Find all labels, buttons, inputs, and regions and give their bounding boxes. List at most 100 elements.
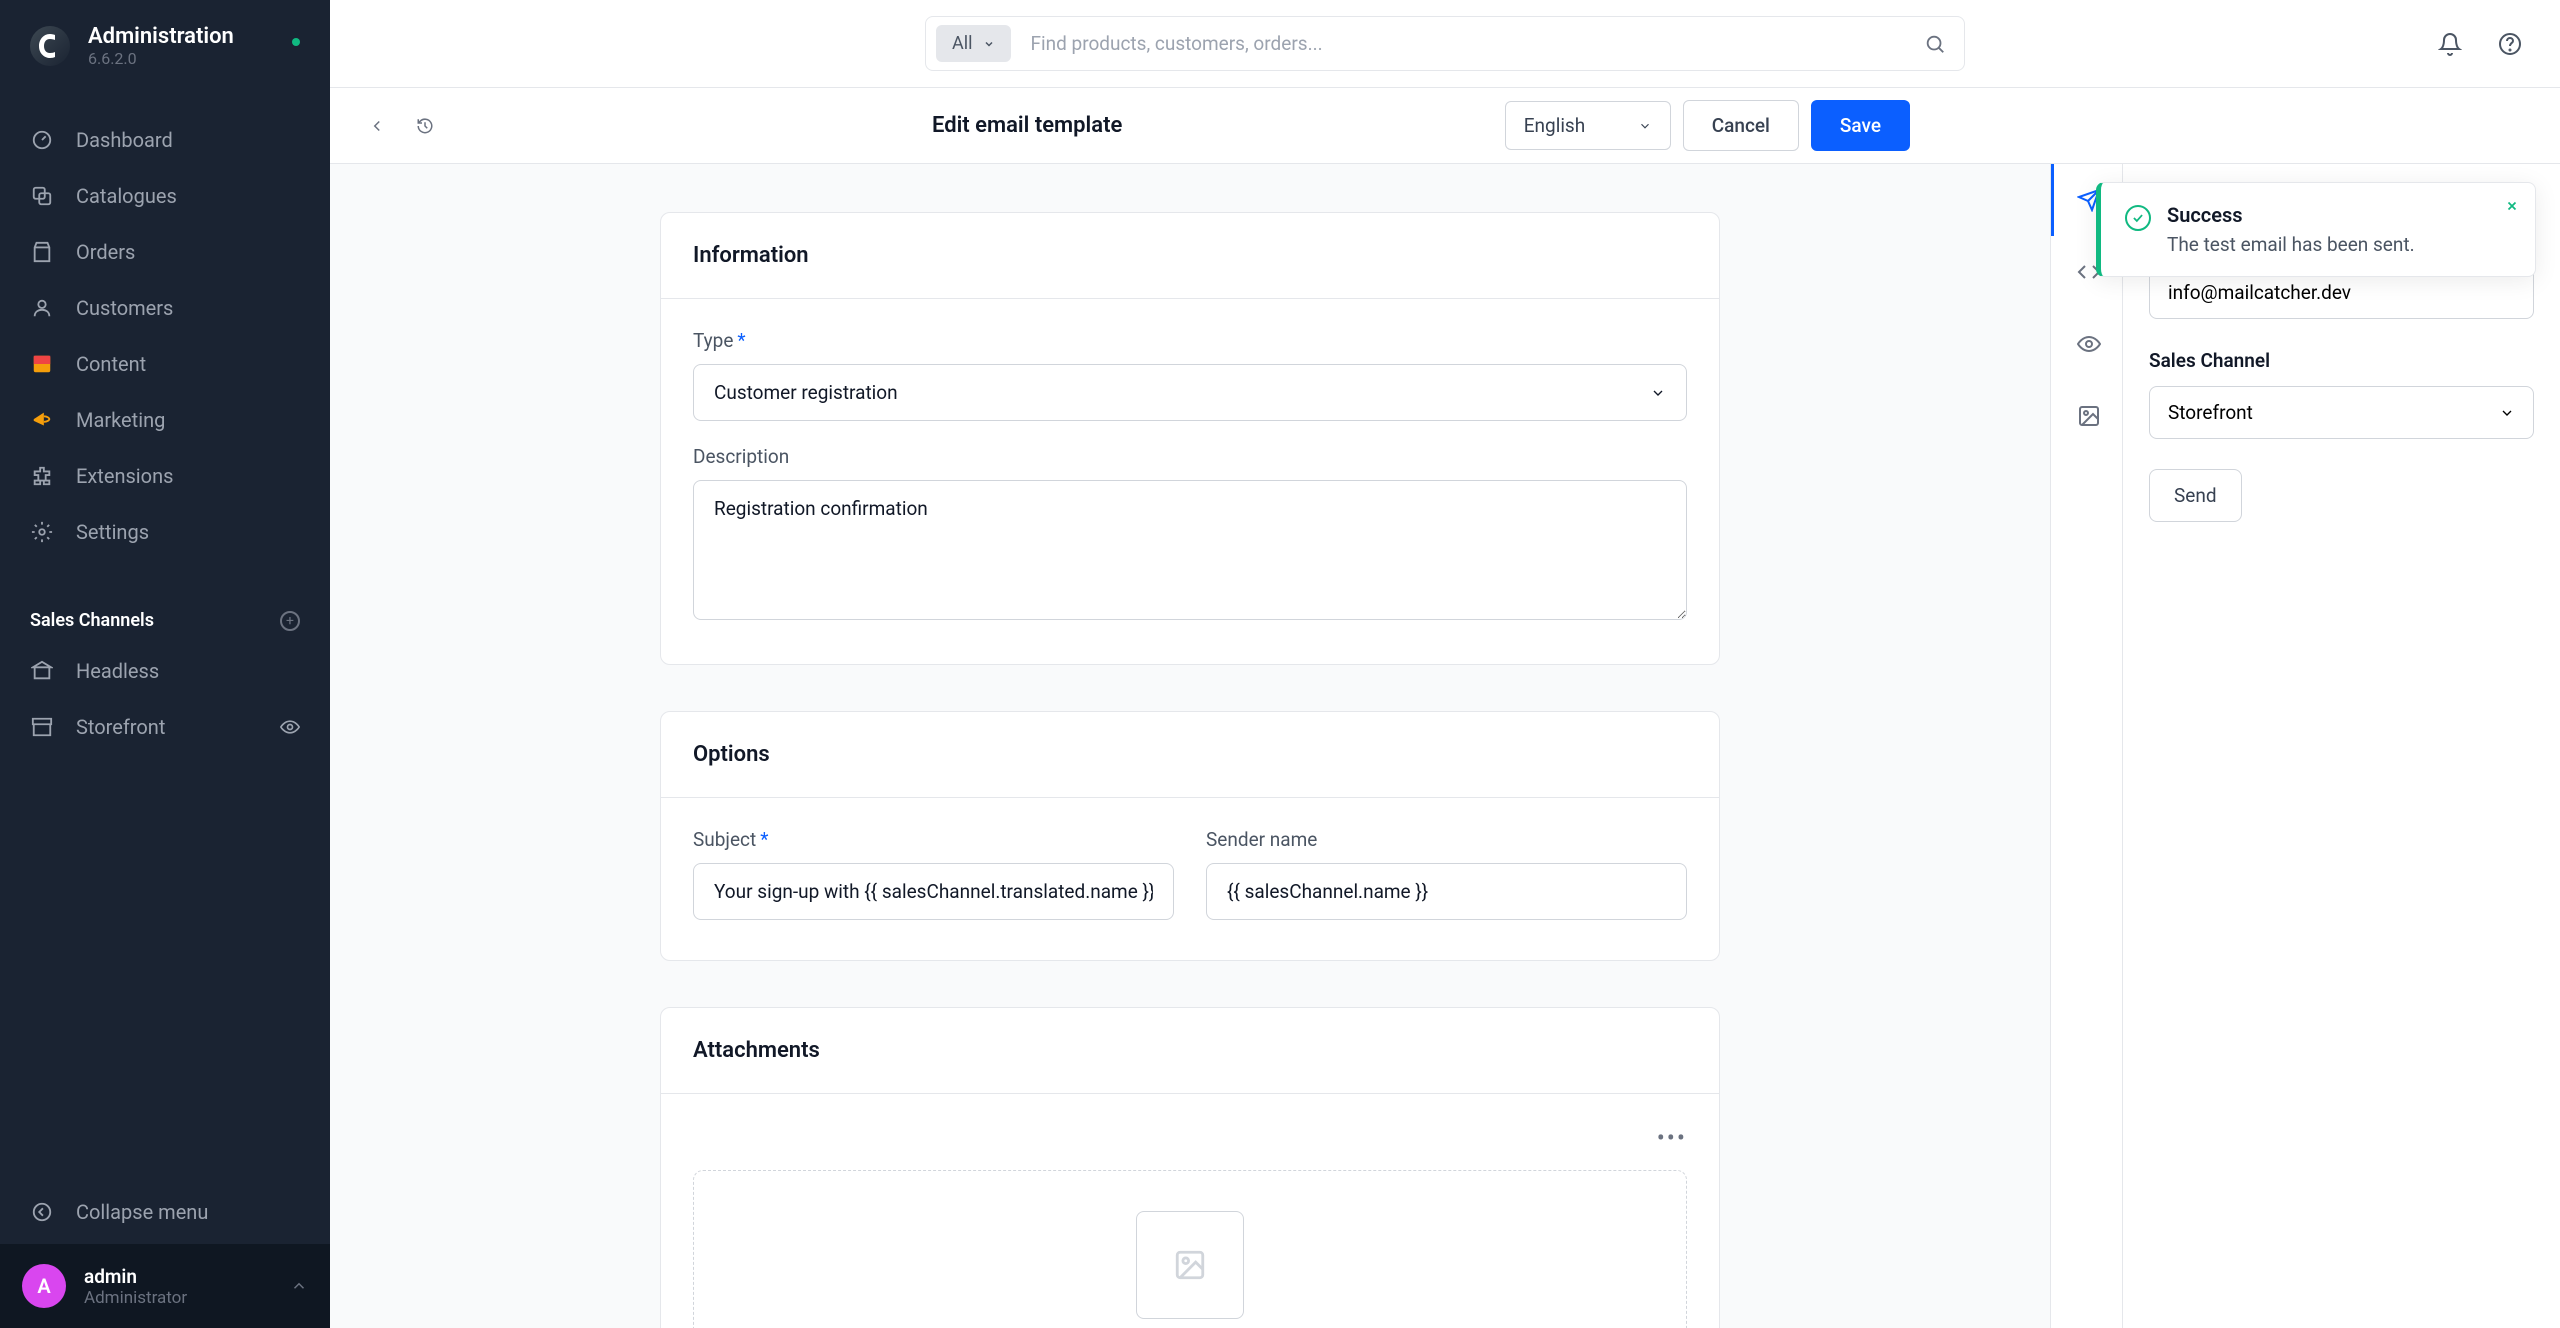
tab-media[interactable] (2051, 380, 2123, 452)
information-card: Information Type Customer registration D… (660, 212, 1720, 665)
orders-icon (30, 240, 54, 264)
search-tag-label: All (952, 33, 973, 54)
chevron-down-icon (983, 38, 995, 50)
nav-customers[interactable]: Customers (0, 280, 330, 336)
app-title: Administration (88, 24, 234, 49)
nav-headless[interactable]: Headless (0, 643, 330, 699)
card-title: Options (693, 742, 1687, 767)
collapse-menu-button[interactable]: Collapse menu (0, 1180, 330, 1244)
search-scope-tag[interactable]: All (936, 25, 1011, 62)
topbar: All (330, 0, 2560, 88)
sales-channel-select[interactable]: Storefront (2149, 386, 2534, 439)
avatar: A (22, 1264, 66, 1308)
sidebar: Administration 6.6.2.0 Dashboard Catalog… (0, 0, 330, 1328)
nav-label: Content (76, 352, 146, 376)
check-circle-icon (2125, 205, 2151, 231)
user-role: Administrator (84, 1288, 187, 1308)
add-channel-button[interactable]: + (280, 611, 300, 631)
close-icon[interactable] (2505, 199, 2519, 213)
type-value: Customer registration (714, 381, 898, 404)
toast-title: Success (2167, 203, 2415, 227)
card-body: Subject Sender name (661, 798, 1719, 960)
nav-label: Customers (76, 296, 173, 320)
type-label: Type (693, 329, 1687, 352)
status-indicator-icon (292, 38, 300, 46)
card-header: Information (661, 213, 1719, 299)
user-menu[interactable]: A admin Administrator (0, 1244, 330, 1328)
help-icon[interactable] (2490, 24, 2530, 64)
search-wrapper: All (925, 16, 1965, 71)
nav-marketing[interactable]: Marketing (0, 392, 330, 448)
eye-icon[interactable] (280, 717, 300, 737)
section-label: Sales Channels (30, 610, 154, 631)
toast-message: The test email has been sent. (2167, 233, 2415, 256)
channels-nav: Headless Storefront (0, 643, 330, 775)
language-value: English (1524, 114, 1585, 137)
sender-label: Sender name (1206, 828, 1687, 851)
storefront-icon (30, 715, 54, 739)
content-wrap: Information Type Customer registration D… (330, 164, 2560, 1328)
save-button[interactable]: Save (1811, 100, 1910, 151)
cancel-button[interactable]: Cancel (1683, 100, 1799, 151)
card-body: ••• Drag files here to upload (661, 1094, 1719, 1328)
description-textarea[interactable] (693, 480, 1687, 620)
marketing-icon (30, 408, 54, 432)
page-header: Edit email template English Cancel Save (330, 88, 2560, 164)
sidebar-header: Administration 6.6.2.0 (0, 0, 330, 92)
nav-settings[interactable]: Settings (0, 504, 330, 560)
card-title: Information (693, 243, 1687, 268)
nav-extensions[interactable]: Extensions (0, 448, 330, 504)
sender-input[interactable] (1206, 863, 1687, 920)
sales-channel-value: Storefront (2168, 401, 2253, 424)
card-title: Attachments (693, 1038, 1687, 1063)
search-icon[interactable] (1916, 33, 1954, 55)
tab-preview[interactable] (2051, 308, 2123, 380)
nav-label: Marketing (76, 408, 165, 432)
nav-label: Settings (76, 520, 149, 544)
history-icon[interactable] (408, 109, 442, 143)
back-button[interactable] (360, 109, 394, 143)
send-button[interactable]: Send (2149, 469, 2242, 522)
notifications-icon[interactable] (2430, 24, 2470, 64)
page-actions: English Cancel Save (1505, 100, 1910, 151)
customers-icon (30, 296, 54, 320)
type-select[interactable]: Customer registration (693, 364, 1687, 421)
sales-channel-label: Sales Channel (2149, 349, 2534, 372)
headless-icon (30, 659, 54, 683)
nav-dashboard[interactable]: Dashboard (0, 112, 330, 168)
chevron-down-icon (1650, 385, 1666, 401)
nav-label: Extensions (76, 464, 173, 488)
page-title: Edit email template (932, 113, 1122, 138)
nav-label: Orders (76, 240, 135, 264)
collapse-label: Collapse menu (76, 1200, 208, 1224)
user-name: admin (84, 1265, 187, 1288)
collapse-icon (30, 1200, 54, 1224)
search-input[interactable] (1011, 32, 1917, 55)
card-header: Options (661, 712, 1719, 798)
nav-catalogues[interactable]: Catalogues (0, 168, 330, 224)
nav-storefront[interactable]: Storefront (0, 699, 330, 755)
image-placeholder-icon (1136, 1211, 1244, 1319)
more-button[interactable]: ••• (693, 1124, 1687, 1170)
sidebar-footer: Collapse menu A admin Administrator (0, 1180, 330, 1328)
language-select[interactable]: English (1505, 101, 1671, 150)
extensions-icon (30, 464, 54, 488)
topbar-actions (2430, 24, 2530, 64)
file-dropzone[interactable]: Drag files here to upload (693, 1170, 1687, 1328)
gear-icon (30, 520, 54, 544)
chevron-down-icon (2499, 405, 2515, 421)
logo-icon (30, 26, 70, 66)
nav-label: Storefront (76, 715, 165, 739)
nav-orders[interactable]: Orders (0, 224, 330, 280)
nav-content[interactable]: Content (0, 336, 330, 392)
dashboard-icon (30, 128, 54, 152)
chevron-up-icon (290, 1277, 308, 1295)
description-label: Description (693, 445, 1687, 468)
attachments-card: Attachments ••• Drag files here to uploa… (660, 1007, 1720, 1328)
content-icon (30, 352, 54, 376)
right-tab-strip (2050, 164, 2122, 1328)
catalogues-icon (30, 184, 54, 208)
main-area: All Edit email template English Cancel S… (330, 0, 2560, 1328)
subject-input[interactable] (693, 863, 1174, 920)
right-panel: Sales Channel Storefront Send (2122, 164, 2560, 1328)
